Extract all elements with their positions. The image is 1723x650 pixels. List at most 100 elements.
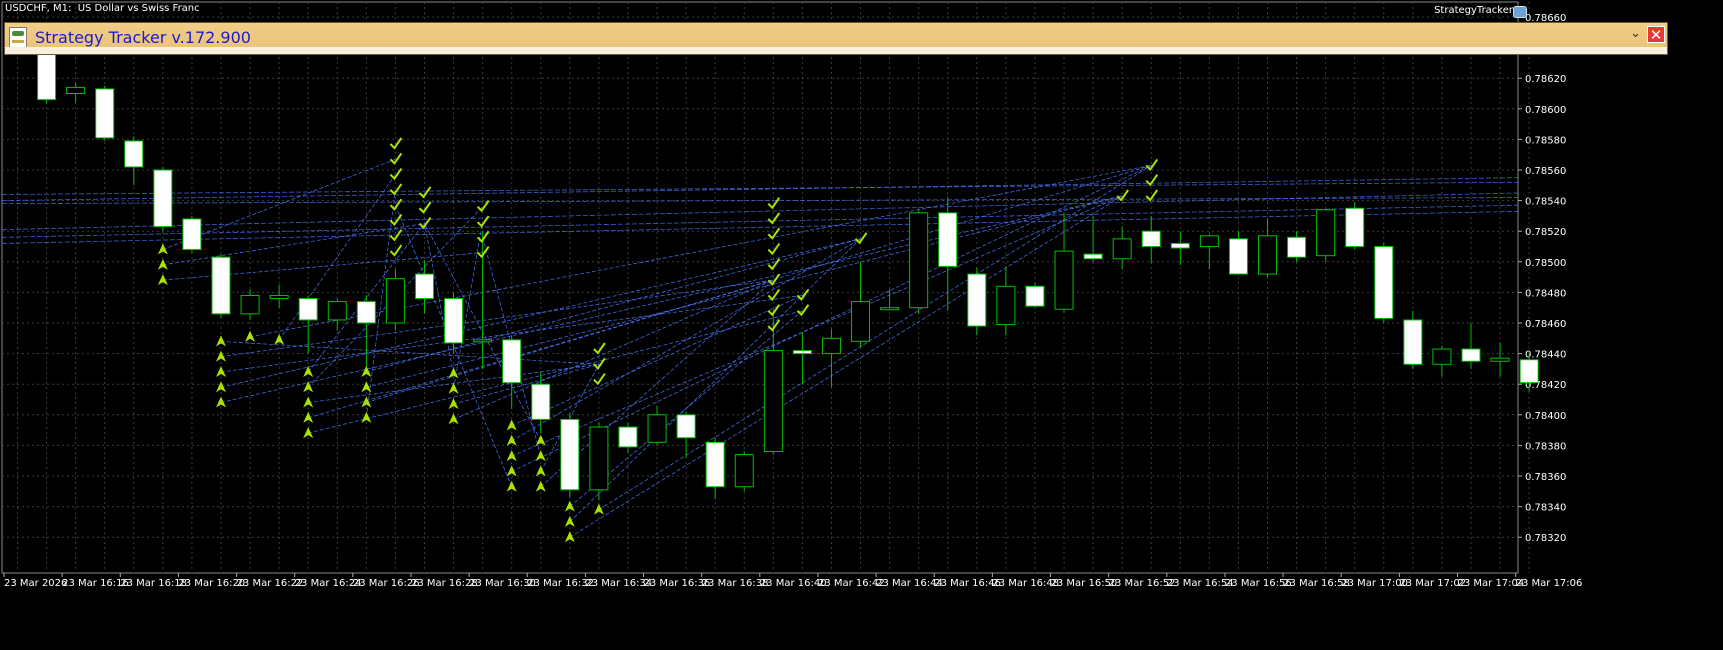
y-tick-label: 0.78500 xyxy=(1525,258,1566,269)
buy-arrow-icon xyxy=(535,480,546,492)
candle-body[interactable] xyxy=(1083,253,1103,260)
trade-line xyxy=(162,223,425,266)
x-tick-label: 23 Mar 16:48 xyxy=(992,578,1059,589)
close-icon[interactable]: ✕ xyxy=(1647,26,1665,43)
check-mark-icon xyxy=(1145,174,1159,187)
candle-body[interactable] xyxy=(1519,359,1539,384)
buy-arrow-icon xyxy=(303,411,314,423)
candle-body[interactable] xyxy=(647,414,667,443)
candle-body[interactable] xyxy=(821,337,841,355)
candle-body[interactable] xyxy=(124,140,144,168)
candle-body[interactable] xyxy=(1432,348,1452,365)
trade-line xyxy=(249,165,1152,338)
panel-title: Strategy Tracker v.172.900 xyxy=(35,28,251,47)
candle-body[interactable] xyxy=(996,285,1016,326)
candle-body[interactable] xyxy=(240,294,260,315)
candle-body[interactable] xyxy=(531,383,551,420)
y-tick-label: 0.78440 xyxy=(1525,350,1566,361)
candle-body[interactable] xyxy=(676,414,696,439)
candle-body[interactable] xyxy=(763,350,783,453)
price-chart[interactable]: 0.786600.786400.786200.786000.785800.785… xyxy=(0,0,1723,650)
candle-body[interactable] xyxy=(298,298,318,321)
buy-arrow-icon xyxy=(535,465,546,477)
candle-body[interactable] xyxy=(182,218,202,251)
candle-body[interactable] xyxy=(1199,235,1219,247)
trade-line xyxy=(511,238,861,442)
candle-body[interactable] xyxy=(909,212,929,309)
candle-body[interactable] xyxy=(938,212,958,267)
candle-body[interactable] xyxy=(37,47,57,101)
candle-body[interactable] xyxy=(356,301,376,324)
y-tick-label: 0.78540 xyxy=(1525,197,1566,208)
trade-line xyxy=(220,195,1123,403)
candle-body[interactable] xyxy=(1170,242,1190,249)
candle-body[interactable] xyxy=(1403,319,1423,365)
candle-body[interactable] xyxy=(211,256,231,315)
panel-bottom-strip xyxy=(5,47,1667,54)
x-tick-label: 23 Mar 16:22 xyxy=(237,578,304,589)
y-tick-label: 0.78620 xyxy=(1525,74,1566,85)
candle-body[interactable] xyxy=(385,278,405,324)
y-tick-label: 0.78360 xyxy=(1525,472,1566,483)
buy-arrow-icon xyxy=(506,434,517,446)
strategy-tracker-logo xyxy=(9,27,27,49)
hat-icon xyxy=(1513,6,1527,18)
candle-body[interactable] xyxy=(414,273,434,300)
candle-body[interactable] xyxy=(327,301,347,321)
candle-body[interactable] xyxy=(1228,238,1248,275)
check-mark-icon xyxy=(389,213,403,227)
trade-line xyxy=(453,279,774,420)
candle-body[interactable] xyxy=(1490,357,1510,362)
x-tick-label: 23 Mar 16:26 xyxy=(353,578,420,589)
candle-body[interactable] xyxy=(851,301,871,342)
x-tick-label: 23 Mar 16:56 xyxy=(1225,578,1292,589)
candle-body[interactable] xyxy=(618,426,638,448)
check-mark-icon xyxy=(796,304,810,317)
candle-body[interactable] xyxy=(792,350,812,355)
candle-body[interactable] xyxy=(589,426,609,491)
candle-body[interactable] xyxy=(1287,236,1307,258)
candle-body[interactable] xyxy=(444,298,464,344)
candle-body[interactable] xyxy=(1112,238,1132,260)
candle-body[interactable] xyxy=(66,86,86,94)
candle-body[interactable] xyxy=(1141,230,1161,247)
strategy-tracker-panel[interactable]: Strategy Tracker v.172.900 ⌄ ✕ xyxy=(4,22,1668,55)
buy-arrow-icon xyxy=(361,411,372,423)
candle-body[interactable] xyxy=(95,88,115,139)
candle-body[interactable] xyxy=(473,339,493,343)
y-tick-label: 0.78520 xyxy=(1525,227,1566,238)
candle-body[interactable] xyxy=(1461,348,1481,362)
x-tick-label: 23 Mar 16:20 xyxy=(178,578,245,589)
candle-body[interactable] xyxy=(560,418,580,491)
candle-body[interactable] xyxy=(502,339,522,384)
y-tick-label: 0.78380 xyxy=(1525,441,1566,452)
candle-body[interactable] xyxy=(269,294,289,300)
candle-body[interactable] xyxy=(1316,209,1336,257)
y-tick-label: 0.78480 xyxy=(1525,288,1566,299)
check-mark-icon xyxy=(389,244,403,257)
candle-body[interactable] xyxy=(967,273,987,327)
candle-body[interactable] xyxy=(153,169,173,228)
x-tick-label: 23 Mar 16:40 xyxy=(760,578,827,589)
candle-body[interactable] xyxy=(734,454,754,488)
candle-body[interactable] xyxy=(1374,246,1394,319)
candle-body[interactable] xyxy=(880,307,900,311)
trade-line xyxy=(1,192,1519,231)
expert-advisor-label[interactable]: StrategyTracker xyxy=(1434,5,1513,16)
buy-arrow-icon xyxy=(506,465,517,477)
trade-line xyxy=(511,195,1123,457)
candle-body[interactable] xyxy=(1258,235,1278,275)
candle-body[interactable] xyxy=(1025,285,1045,307)
x-tick-label: 23 Mar 16:18 xyxy=(120,578,187,589)
candle-body[interactable] xyxy=(1345,207,1365,247)
buy-arrow-icon xyxy=(506,480,517,492)
trade-line xyxy=(511,165,1152,472)
x-tick-label: 23 Mar 16:38 xyxy=(702,578,769,589)
y-tick-label: 0.78460 xyxy=(1525,319,1566,330)
candle-body[interactable] xyxy=(1054,250,1074,310)
candle-body[interactable] xyxy=(705,441,725,488)
y-tick-label: 0.78320 xyxy=(1525,533,1566,544)
buy-arrow-icon xyxy=(361,365,372,377)
x-tick-label: 23 Mar 2026 xyxy=(4,578,67,589)
chevron-down-icon[interactable]: ⌄ xyxy=(1630,26,1641,41)
